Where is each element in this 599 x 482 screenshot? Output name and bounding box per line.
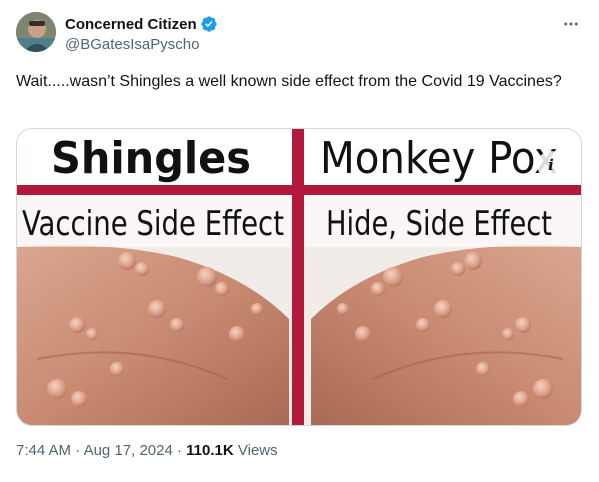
media-info-button[interactable]: i xyxy=(537,151,565,179)
tweet-media[interactable]: Shingles Vaccine Side Effect Monkey Pox … xyxy=(16,128,582,426)
author-block: Concerned Citizen @BGatesIsaPyscho xyxy=(65,14,218,53)
more-options-button[interactable] xyxy=(561,14,581,34)
display-name[interactable]: Concerned Citizen xyxy=(65,16,197,33)
author-handle[interactable]: @BGatesIsaPyscho xyxy=(65,36,218,53)
tweet-time[interactable]: 7:44 AM xyxy=(16,442,71,459)
tweet-meta: 7:44 AM · Aug 17, 2024 · 110.1K Views xyxy=(16,442,278,459)
more-horizontal-icon xyxy=(564,22,578,26)
meme-image: Shingles Vaccine Side Effect Monkey Pox … xyxy=(17,129,581,425)
avatar[interactable] xyxy=(16,12,56,52)
meta-separator: · xyxy=(75,442,81,459)
avatar-image xyxy=(16,12,56,52)
tweet-date[interactable]: Aug 17, 2024 xyxy=(84,442,173,459)
views-label: Views xyxy=(237,442,278,459)
vertical-divider xyxy=(292,129,304,425)
right-title: Monkey Pox xyxy=(320,133,558,184)
left-title: Shingles xyxy=(51,133,251,184)
views-count: 110.1K xyxy=(186,442,234,459)
tweet-card: Concerned Citizen @BGatesIsaPyscho Wait.… xyxy=(0,0,599,482)
right-caption: Hide, Side Effect xyxy=(326,204,552,244)
left-caption: Vaccine Side Effect xyxy=(22,204,284,244)
meta-separator: · xyxy=(176,442,182,459)
verified-badge-icon xyxy=(200,15,218,33)
name-row: Concerned Citizen xyxy=(65,14,218,34)
tweet-text: Wait.....wasn’t Shingles a well known si… xyxy=(16,73,562,90)
